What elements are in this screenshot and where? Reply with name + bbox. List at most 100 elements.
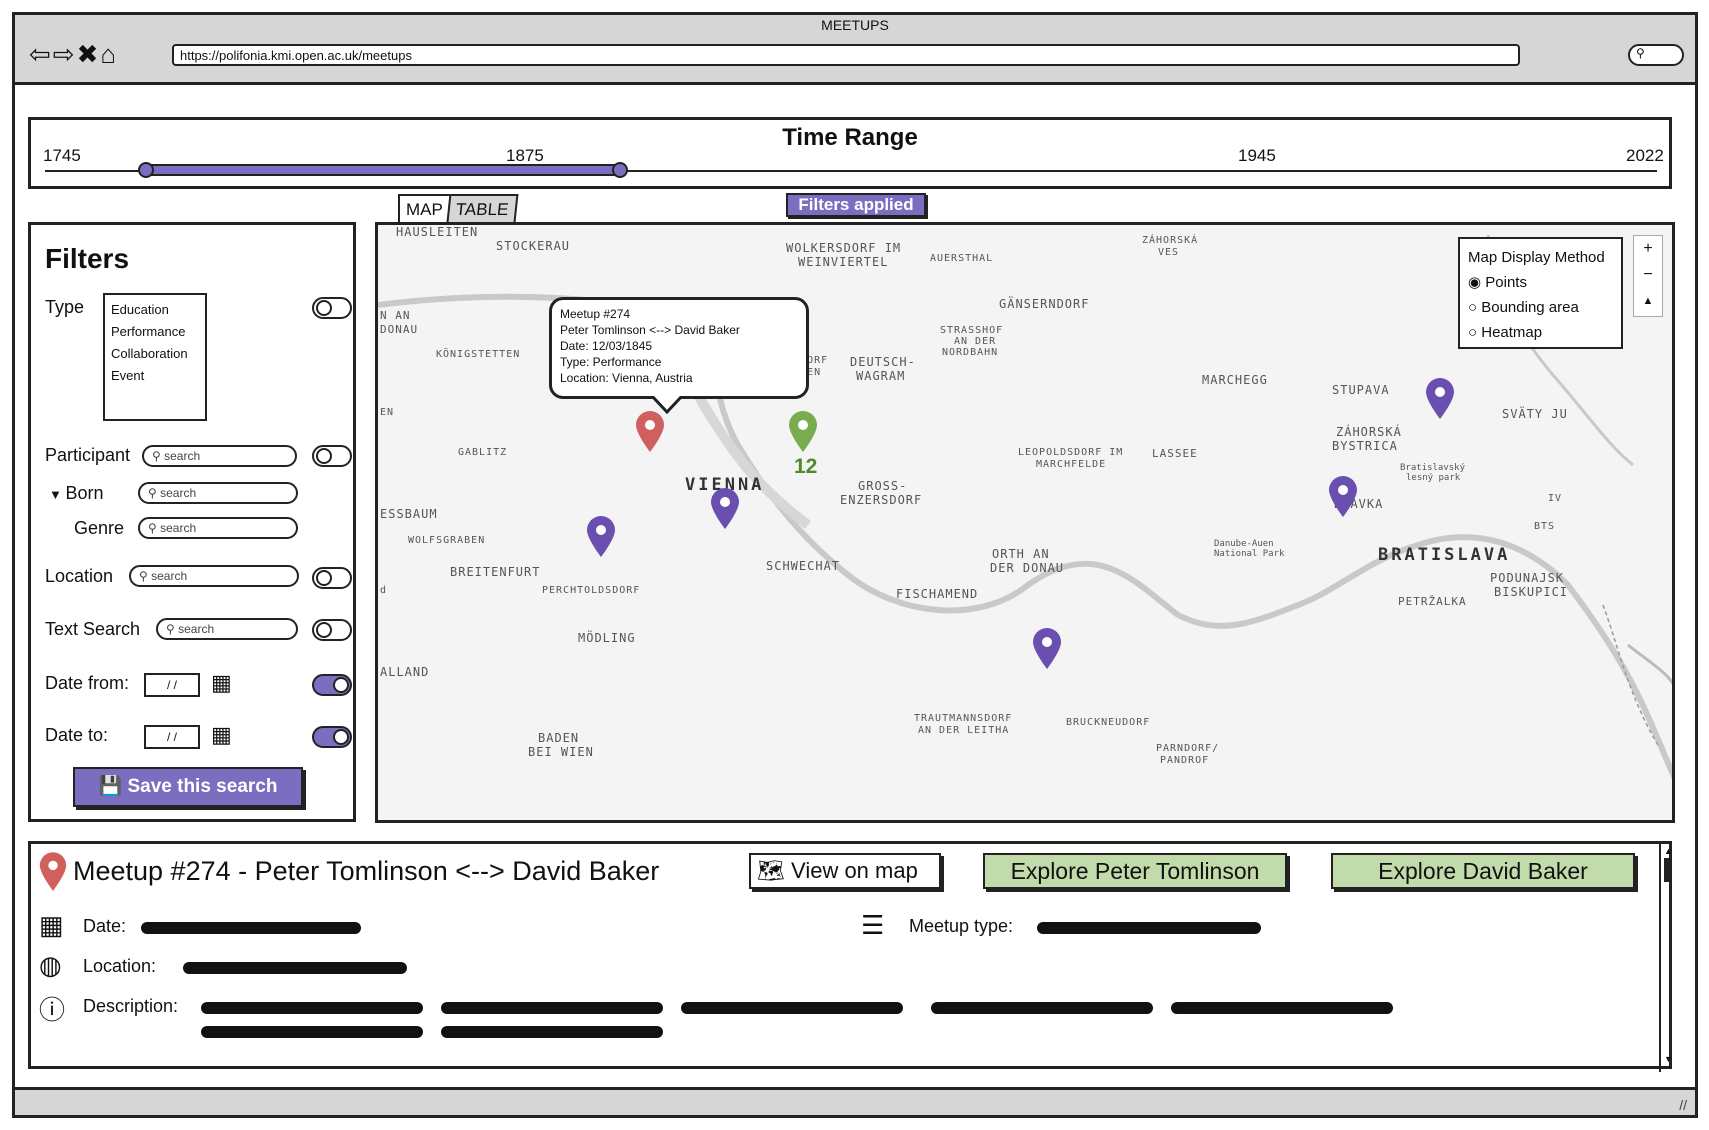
text-search-input[interactable]: ⚲ search [156, 618, 298, 640]
radio-icon: ○ [1468, 299, 1482, 316]
location-toggle[interactable] [312, 567, 352, 589]
zoom-in-button[interactable]: + [1634, 236, 1662, 262]
list-item[interactable]: Education [111, 299, 199, 321]
search-icon: ⚲ [1636, 46, 1645, 60]
legend-title: Map Display Method [1468, 249, 1605, 266]
filters-applied-badge: Filters applied [786, 193, 926, 217]
close-icon[interactable]: ✖ [77, 39, 101, 69]
view-on-map-button[interactable]: 🗺 View on map [749, 853, 941, 889]
range-selection[interactable] [148, 164, 622, 176]
filters-title: Filters [45, 243, 130, 274]
text-search-toggle[interactable] [312, 619, 352, 641]
type-label: Type [45, 297, 85, 317]
date-to-toggle[interactable] [312, 726, 352, 748]
map-label: PANDROF [1160, 755, 1210, 766]
tab-map[interactable]: MAP [398, 194, 451, 222]
list-item[interactable]: Performance [111, 321, 199, 343]
map-label: National Park [1214, 549, 1285, 559]
radio-bounding-area[interactable]: ○ Bounding area [1468, 295, 1613, 320]
date-from-toggle[interactable] [312, 674, 352, 696]
map-pin-cluster[interactable] [786, 410, 820, 454]
genre-search-input[interactable]: ⚲ search [138, 517, 298, 539]
map-label: STUPAVA [1332, 383, 1390, 397]
map-label: GÄNSERNDORF [999, 297, 1090, 311]
window-title: MEETUPS [821, 17, 889, 33]
map-pin[interactable] [1030, 627, 1064, 671]
map-label: Danube-Auen [1214, 539, 1274, 549]
location-label: Location: [83, 956, 157, 976]
popup-line: Meetup #274 [560, 307, 631, 321]
type-listbox[interactable]: Education Performance Collaboration Even… [103, 293, 207, 421]
map-label: BADEN [538, 731, 580, 745]
calendar-icon[interactable]: ▦ [211, 670, 232, 696]
map-pin[interactable] [1326, 475, 1360, 519]
map-label: SVÄTY JU [1502, 407, 1568, 421]
time-range-title: Time Range [782, 124, 918, 151]
map-pin-selected[interactable] [633, 410, 667, 454]
map-label: HAUSLEITEN [396, 225, 479, 239]
participant-toggle[interactable] [312, 445, 352, 467]
scrollbar[interactable]: ▲ ▼ [1659, 844, 1675, 1072]
home-icon[interactable]: ⌂ [100, 39, 118, 69]
born-search-input[interactable]: ⚲ search [138, 482, 298, 504]
range-handle-start[interactable] [138, 162, 154, 178]
map-label: PERCHTOLDSDORF [542, 585, 641, 596]
map-view[interactable]: STOCKERAU HAUSLEITEN WOLKERSDORF IM WEIN… [375, 222, 1675, 823]
map-label: ESSBAUM [380, 507, 438, 521]
scroll-down-icon[interactable]: ▼ [1664, 1054, 1673, 1064]
map-label: DONAU [380, 323, 419, 336]
redacted-value [681, 1002, 903, 1014]
compass-icon[interactable]: ▲ [1634, 288, 1662, 314]
map-pin[interactable] [708, 487, 742, 531]
popup-line: Date: 12/03/1845 [560, 339, 653, 353]
map-label: ZÁHORSKÁ [1336, 425, 1402, 439]
participant-label: Participant [45, 445, 131, 465]
map-label: DEUTSCH- [850, 355, 916, 369]
redacted-value [1171, 1002, 1393, 1014]
list-item[interactable]: Event [111, 365, 199, 387]
participant-search-input[interactable]: ⚲ search [142, 445, 297, 467]
map-display-method-panel: Map Display Method ◉ Points ○ Bounding a… [1458, 237, 1623, 349]
map-label: SCHWECHAT [766, 559, 841, 573]
date-to-label: Date to: [45, 725, 109, 745]
explore-david-button[interactable]: Explore David Baker [1331, 853, 1635, 889]
date-to-field[interactable]: / / [144, 725, 200, 749]
map-icon: 🗺 [757, 858, 792, 883]
scroll-thumb[interactable] [1664, 858, 1672, 882]
browser-search[interactable]: ⚲ [1628, 44, 1684, 66]
resize-grip-icon[interactable]: // [1679, 1097, 1687, 1113]
zoom-out-button[interactable]: − [1634, 262, 1662, 288]
search-icon: ⚲ [148, 521, 161, 535]
range-handle-end[interactable] [612, 162, 628, 178]
radio-icon: ○ [1468, 324, 1482, 341]
born-row[interactable]: ▼ Born [49, 483, 104, 504]
date-from-field[interactable]: / / [144, 673, 200, 697]
popup-line: Location: Vienna, Austria [560, 371, 693, 385]
radio-heatmap[interactable]: ○ Heatmap [1468, 320, 1613, 345]
map-pin[interactable] [1423, 377, 1457, 421]
tab-table[interactable]: TABLE [446, 194, 519, 222]
calendar-icon[interactable]: ▦ [211, 722, 232, 748]
triangle-down-icon: ▼ [49, 487, 66, 502]
map-label: IV [1548, 493, 1563, 504]
location-search-input[interactable]: ⚲ search [129, 565, 299, 587]
map-label: WEINVIERTEL [798, 255, 889, 269]
calendar-icon: ▦ [39, 910, 64, 940]
nav-buttons: ⇦⇨✖⌂ [29, 39, 118, 70]
radio-points[interactable]: ◉ Points [1468, 270, 1613, 295]
type-toggle[interactable] [312, 297, 352, 319]
explore-peter-button[interactable]: Explore Peter Tomlinson [983, 853, 1287, 889]
forward-icon[interactable]: ⇨ [53, 39, 77, 69]
map-pin[interactable] [584, 515, 618, 559]
url-bar[interactable]: https://polifonia.kmi.open.ac.uk/meetups [172, 44, 1520, 66]
save-search-button[interactable]: 💾 Save this search [73, 767, 303, 807]
list-item[interactable]: Collaboration [111, 343, 199, 365]
globe-icon: ◍ [39, 950, 62, 980]
meetup-detail-panel: Meetup #274 - Peter Tomlinson <--> David… [28, 841, 1675, 1072]
scroll-up-icon[interactable]: ▲ [1664, 846, 1673, 856]
map-label: AUERSTHAL [930, 253, 994, 264]
map-label: WAGRAM [856, 369, 906, 383]
search-icon: ⚲ [148, 486, 161, 500]
tick-label: 1945 [1238, 146, 1276, 165]
back-icon[interactable]: ⇦ [29, 39, 53, 69]
